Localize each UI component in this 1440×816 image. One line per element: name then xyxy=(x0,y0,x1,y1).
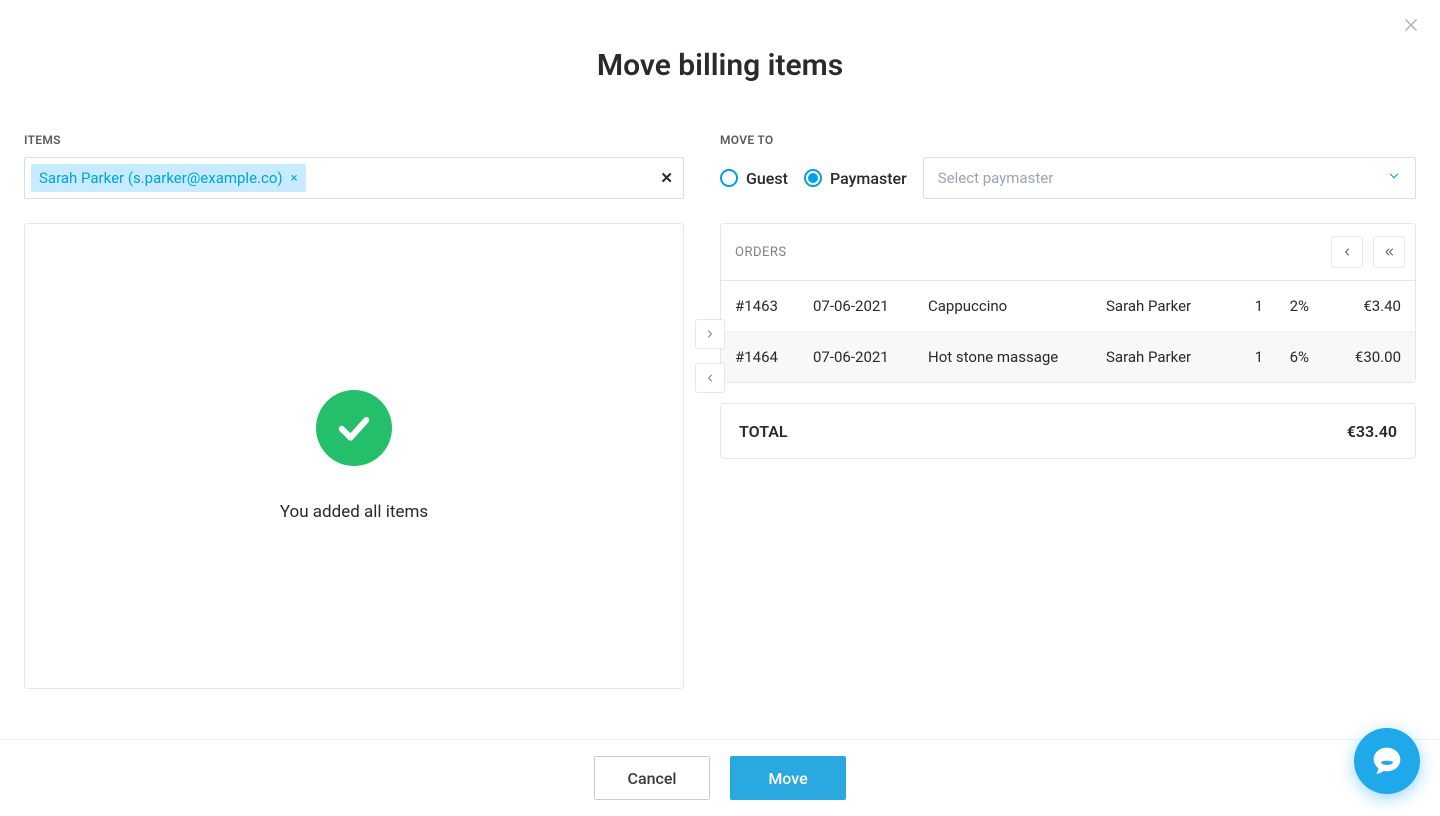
check-circle-icon xyxy=(316,390,392,466)
order-guest: Sarah Parker xyxy=(1106,297,1231,315)
move-button[interactable]: Move xyxy=(730,756,846,800)
clear-input-icon[interactable]: ✕ xyxy=(660,169,673,187)
pager-prev-button[interactable] xyxy=(1331,236,1363,268)
pager-first-button[interactable] xyxy=(1373,236,1405,268)
items-token-input[interactable]: Sarah Parker (s.parker@example.co) × ✕ xyxy=(24,157,684,199)
order-item: Hot stone massage xyxy=(928,348,1106,366)
order-item: Cappuccino xyxy=(928,297,1106,315)
radio-icon xyxy=(804,169,822,187)
radio-guest[interactable]: Guest xyxy=(720,169,788,188)
remove-token-icon[interactable]: × xyxy=(291,171,298,186)
close-button[interactable] xyxy=(1400,14,1422,36)
order-amount: €3.40 xyxy=(1309,297,1401,315)
items-label: ITEMS xyxy=(24,133,684,147)
paymaster-select[interactable]: Select paymaster xyxy=(923,157,1416,199)
move-left-button[interactable] xyxy=(695,363,725,393)
radio-icon xyxy=(720,169,738,187)
orders-header-label: ORDERS xyxy=(735,245,787,260)
order-id: #1463 xyxy=(735,297,813,315)
order-amount: €30.00 xyxy=(1309,348,1401,366)
radio-paymaster[interactable]: Paymaster xyxy=(804,169,907,188)
empty-state-message: You added all items xyxy=(280,502,428,522)
order-tax: 2% xyxy=(1263,297,1309,315)
order-qty: 1 xyxy=(1231,297,1263,315)
chevron-down-icon xyxy=(1387,169,1401,187)
chat-widget-button[interactable] xyxy=(1354,728,1420,794)
order-row[interactable]: #146407-06-2021Hot stone massageSarah Pa… xyxy=(721,332,1415,382)
total-row: TOTAL €33.40 xyxy=(720,403,1416,459)
total-label: TOTAL xyxy=(739,422,788,441)
move-right-button[interactable] xyxy=(695,319,725,349)
order-date: 07-06-2021 xyxy=(813,297,928,315)
order-id: #1464 xyxy=(735,348,813,366)
order-date: 07-06-2021 xyxy=(813,348,928,366)
modal-title: Move billing items xyxy=(0,0,1440,83)
order-guest: Sarah Parker xyxy=(1106,348,1231,366)
order-qty: 1 xyxy=(1231,348,1263,366)
radio-guest-label: Guest xyxy=(746,169,788,188)
cancel-button[interactable]: Cancel xyxy=(594,756,710,800)
order-tax: 6% xyxy=(1263,348,1309,366)
items-empty-state: You added all items xyxy=(24,223,684,689)
guest-token-label: Sarah Parker (s.parker@example.co) xyxy=(39,169,283,187)
select-placeholder: Select paymaster xyxy=(938,169,1054,187)
orders-panel: ORDERS #146307-06-2021CappuccinoSarah Pa… xyxy=(720,223,1416,383)
guest-token: Sarah Parker (s.parker@example.co) × xyxy=(31,164,306,192)
total-amount: €33.40 xyxy=(1347,422,1397,441)
move-to-label: MOVE TO xyxy=(720,133,1416,147)
order-row[interactable]: #146307-06-2021CappuccinoSarah Parker12%… xyxy=(721,281,1415,332)
radio-paymaster-label: Paymaster xyxy=(830,169,907,188)
